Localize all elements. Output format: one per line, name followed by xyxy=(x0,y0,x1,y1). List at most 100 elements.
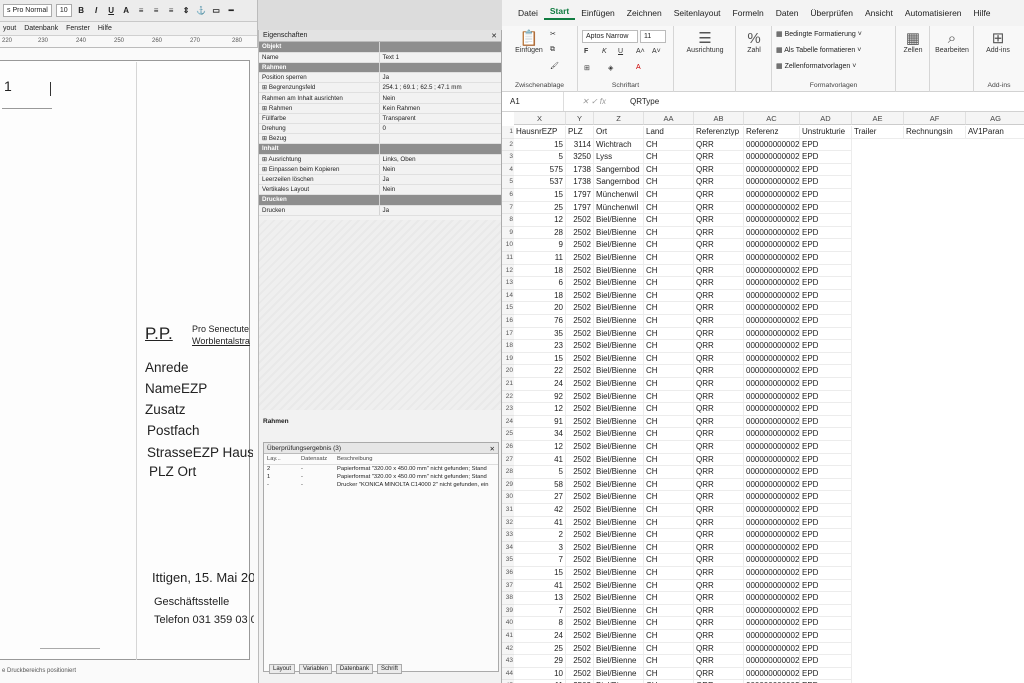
table-cell[interactable]: CH xyxy=(644,516,694,530)
table-cell[interactable]: 2502 xyxy=(566,390,594,404)
table-cell[interactable]: 2502 xyxy=(566,226,594,240)
table-cell[interactable]: CH xyxy=(644,239,694,252)
row-header[interactable]: 43 xyxy=(502,655,514,668)
label-canvas[interactable]: 1 P.P. Pro Senectute Worblentalstra Anre… xyxy=(0,48,258,683)
column-header[interactable]: Beschreibung xyxy=(337,456,495,462)
alignment-button[interactable]: ☰ Ausrichtung xyxy=(680,30,730,54)
column-header[interactable]: AF xyxy=(904,112,966,125)
table-cell[interactable]: Biel/Bienne xyxy=(594,592,644,605)
table-cell[interactable]: 000000000002591390005 xyxy=(744,428,800,441)
row-header[interactable]: 6 xyxy=(502,189,514,202)
table-cell[interactable]: EPD xyxy=(800,491,852,504)
table-cell[interactable]: EPD xyxy=(800,478,852,492)
table-cell[interactable]: EPD xyxy=(800,239,852,252)
table-cell[interactable]: 575 xyxy=(514,163,566,177)
anchor-icon[interactable]: ⚓ xyxy=(196,5,207,17)
table-cell[interactable]: 5 xyxy=(514,466,566,479)
table-cell[interactable]: 10 xyxy=(514,667,566,681)
table-cell[interactable]: 1738 xyxy=(566,176,594,189)
table-cell[interactable]: CH xyxy=(644,415,694,429)
table-cell[interactable]: Biel/Bienne xyxy=(594,214,644,227)
row-header[interactable]: 24 xyxy=(502,415,514,429)
table-cell[interactable]: 18 xyxy=(514,289,566,303)
column-header[interactable]: Z xyxy=(594,112,644,125)
table-cell[interactable]: 28 xyxy=(514,226,566,240)
table-cell[interactable]: Lyss xyxy=(594,151,644,164)
table-cell[interactable]: 41 xyxy=(514,579,566,593)
field-office[interactable]: Geschäftsstelle xyxy=(154,596,229,608)
field-postfach[interactable]: Postfach xyxy=(147,423,200,438)
table-cell[interactable]: CH xyxy=(644,302,694,315)
table-cell[interactable]: QRR xyxy=(694,327,744,341)
property-section[interactable]: Drucken xyxy=(259,194,501,206)
property-row[interactable]: Position sperren Ja xyxy=(259,72,501,84)
table-cell[interactable]: Biel/Bienne xyxy=(594,340,644,353)
table-cell[interactable]: EPD xyxy=(800,365,852,378)
row-header[interactable]: 30 xyxy=(502,491,514,504)
table-cell[interactable]: 27 xyxy=(514,491,566,504)
column-header[interactable]: Datensatz xyxy=(301,456,337,462)
table-cell[interactable]: CH xyxy=(644,579,694,593)
table-cell[interactable]: Biel/Bienne xyxy=(594,226,644,240)
table-cell[interactable]: CH xyxy=(644,340,694,353)
table-cell[interactable]: Biel/Bienne xyxy=(594,554,644,567)
tab-datei[interactable]: Datei xyxy=(512,8,544,18)
table-cell[interactable]: 24 xyxy=(514,630,566,643)
table-cell[interactable]: Biel/Bienne xyxy=(594,277,644,290)
conditional-formatting-button[interactable]: ▦ Bedingte Formatierung ˅ xyxy=(776,30,862,38)
header-cell[interactable]: Rechnungsin xyxy=(904,126,966,139)
row-header[interactable]: 2 xyxy=(502,138,514,152)
table-cell[interactable]: EPD xyxy=(800,592,852,605)
table-cell[interactable]: 2502 xyxy=(566,453,594,467)
row-header[interactable]: 8 xyxy=(502,214,514,227)
table-cell[interactable]: 000000000002591430005 xyxy=(744,478,800,492)
table-cell[interactable]: 000000000002591400005 xyxy=(744,441,800,454)
table-cell[interactable]: EPD xyxy=(800,226,852,240)
property-row[interactable]: ⊞ Bezug xyxy=(259,133,501,145)
table-cell[interactable]: Biel/Bienne xyxy=(594,239,644,252)
table-cell[interactable]: 2502 xyxy=(566,239,594,252)
table-cell[interactable]: EPD xyxy=(800,667,852,681)
row-header[interactable]: 44 xyxy=(502,667,514,681)
table-cell[interactable]: EPD xyxy=(800,176,852,189)
table-cell[interactable]: 000000000002591280005 xyxy=(744,289,800,303)
table-cell[interactable]: 8 xyxy=(514,617,566,630)
copy-icon[interactable]: ⧉ xyxy=(550,46,555,54)
align-right-icon[interactable]: ≡ xyxy=(166,5,177,17)
column-header[interactable]: AB xyxy=(694,112,744,125)
table-cell[interactable]: 7 xyxy=(514,554,566,567)
row-header[interactable]: 4 xyxy=(502,163,514,177)
table-cell[interactable]: EPD xyxy=(800,315,852,328)
table-cell[interactable]: 000000000002591180005 xyxy=(744,163,800,177)
property-value[interactable]: 0 xyxy=(379,123,501,135)
property-row[interactable]: Vertikales Layout Nein xyxy=(259,184,501,196)
table-cell[interactable]: QRR xyxy=(694,478,744,492)
header-cell[interactable]: Land xyxy=(644,126,694,139)
row-header[interactable]: 9 xyxy=(502,226,514,240)
table-cell[interactable]: QRR xyxy=(694,352,744,366)
table-cell[interactable]: 000000000002591300005 xyxy=(744,315,800,328)
font-size-select[interactable]: 11 xyxy=(640,30,666,43)
column-header[interactable]: Y xyxy=(566,112,594,125)
table-cell[interactable]: Sangernbod xyxy=(594,163,644,177)
table-cell[interactable]: QRR xyxy=(694,252,744,265)
table-cell[interactable]: CH xyxy=(644,504,694,517)
table-cell[interactable]: 58 xyxy=(514,478,566,492)
font-name-select[interactable]: Aptos Narrow xyxy=(582,30,638,43)
format-painter-icon[interactable]: 🖌 xyxy=(550,62,559,70)
table-cell[interactable]: 22 xyxy=(514,365,566,378)
table-cell[interactable]: EPD xyxy=(800,201,852,215)
table-cell[interactable]: QRR xyxy=(694,315,744,328)
font-color-icon[interactable]: A xyxy=(636,64,641,71)
table-cell[interactable]: QRR xyxy=(694,378,744,391)
table-cell[interactable]: EPD xyxy=(800,541,852,555)
row-header[interactable]: 21 xyxy=(502,378,514,391)
table-cell[interactable]: Biel/Bienne xyxy=(594,415,644,429)
close-icon[interactable]: ✕ xyxy=(491,32,497,40)
table-cell[interactable]: 000000000002591380005 xyxy=(744,415,800,429)
underline-icon[interactable]: U xyxy=(106,5,117,17)
table-cell[interactable]: CH xyxy=(644,403,694,416)
table-cell[interactable]: Biel/Bienne xyxy=(594,327,644,341)
row-header[interactable]: 20 xyxy=(502,365,514,378)
table-cell[interactable]: 000000000002591210005 xyxy=(744,201,800,215)
